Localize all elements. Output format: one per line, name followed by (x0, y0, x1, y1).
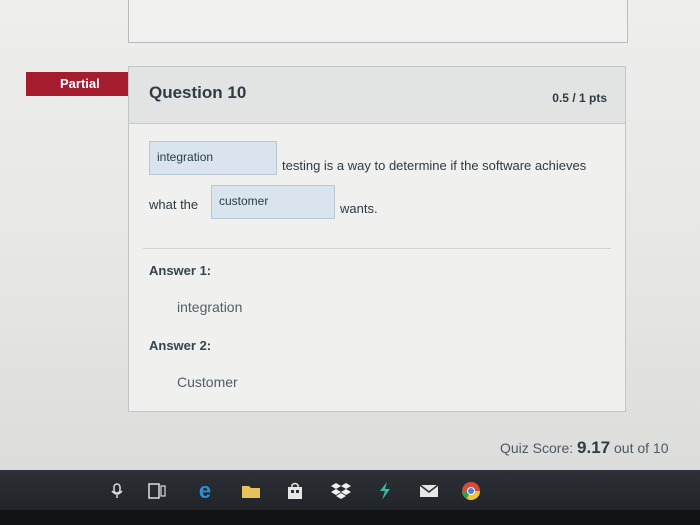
answer-blank-2: customer (211, 185, 335, 219)
partial-status-tag: Partial (26, 72, 150, 96)
task-view-icon[interactable] (146, 480, 168, 502)
question-card: Question 10 0.5 / 1 pts integration test… (128, 66, 626, 412)
question-text-2: what the (149, 197, 199, 212)
microphone-icon[interactable] (106, 480, 128, 502)
question-points: 0.5 / 1 pts (552, 91, 607, 105)
edge-icon[interactable]: e (194, 478, 216, 503)
chrome-icon[interactable] (460, 480, 482, 502)
question-title: Question 10 (149, 83, 247, 102)
quiz-score: Quiz Score: 9.17 out of 10 (500, 438, 669, 458)
dropbox-icon[interactable] (330, 480, 352, 502)
store-icon[interactable] (284, 480, 306, 502)
answer-blank-1: integration (149, 141, 277, 175)
sway-icon[interactable] (374, 480, 396, 502)
answer-2-value: Customer (177, 374, 238, 390)
screen: Partial Question 10 0.5 / 1 pts integrat… (0, 0, 700, 470)
quiz-score-value: 9.17 (577, 438, 611, 457)
file-explorer-icon[interactable] (240, 480, 262, 502)
question-text-3: wants. (340, 201, 378, 216)
answer-1-value: integration (177, 299, 243, 315)
question-header: Question 10 0.5 / 1 pts (129, 67, 625, 124)
monitor-bezel (0, 510, 700, 525)
answer-2-label: Answer 2: (149, 338, 212, 353)
quiz-score-suffix: out of 10 (610, 440, 669, 456)
quiz-score-prefix: Quiz Score: (500, 440, 578, 456)
mail-icon[interactable] (418, 480, 440, 502)
question-text-1: testing is a way to determine if the sof… (282, 158, 587, 173)
divider (143, 248, 611, 249)
previous-question-box (128, 0, 628, 43)
answer-1-label: Answer 1: (149, 263, 212, 278)
